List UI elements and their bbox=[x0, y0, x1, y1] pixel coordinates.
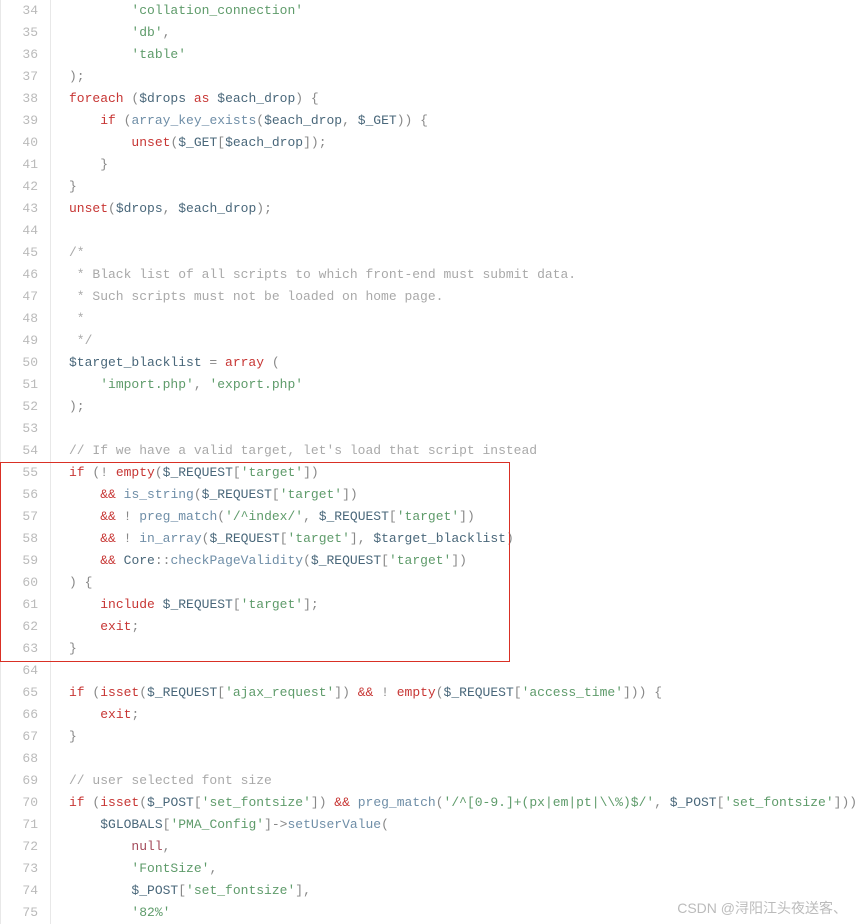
line-number: 35 bbox=[1, 22, 38, 44]
line-number: 54 bbox=[1, 440, 38, 462]
code-line: null, bbox=[69, 836, 855, 858]
line-number: 64 bbox=[1, 660, 38, 682]
line-number: 56 bbox=[1, 484, 38, 506]
line-number: 47 bbox=[1, 286, 38, 308]
line-number: 43 bbox=[1, 198, 38, 220]
line-number: 39 bbox=[1, 110, 38, 132]
line-number: 57 bbox=[1, 506, 38, 528]
code-line bbox=[69, 418, 855, 440]
line-number: 75 bbox=[1, 902, 38, 924]
line-number: 68 bbox=[1, 748, 38, 770]
code-line: * bbox=[69, 308, 855, 330]
code-line: ) { bbox=[69, 572, 855, 594]
line-number: 67 bbox=[1, 726, 38, 748]
code-line: unset($drops, $each_drop); bbox=[69, 198, 855, 220]
code-line: '82%' bbox=[69, 902, 855, 924]
code-line: foreach ($drops as $each_drop) { bbox=[69, 88, 855, 110]
line-number: 69 bbox=[1, 770, 38, 792]
code-line: exit; bbox=[69, 616, 855, 638]
code-line: && is_string($_REQUEST['target']) bbox=[69, 484, 855, 506]
line-number: 60 bbox=[1, 572, 38, 594]
code-line: 'collation_connection' bbox=[69, 0, 855, 22]
line-number: 74 bbox=[1, 880, 38, 902]
line-number: 42 bbox=[1, 176, 38, 198]
line-number: 73 bbox=[1, 858, 38, 880]
code-line: if (isset($_POST['set_fontsize']) && pre… bbox=[69, 792, 855, 814]
code-line bbox=[69, 748, 855, 770]
code-line bbox=[69, 220, 855, 242]
line-number: 59 bbox=[1, 550, 38, 572]
code-line: */ bbox=[69, 330, 855, 352]
code-line: 'import.php', 'export.php' bbox=[69, 374, 855, 396]
code-line: unset($_GET[$each_drop]); bbox=[69, 132, 855, 154]
code-area: 'collation_connection' 'db', 'table');fo… bbox=[51, 0, 855, 924]
line-number: 61 bbox=[1, 594, 38, 616]
code-line: // If we have a valid target, let's load… bbox=[69, 440, 855, 462]
code-line: $_POST['set_fontsize'], bbox=[69, 880, 855, 902]
code-line: if (array_key_exists($each_drop, $_GET))… bbox=[69, 110, 855, 132]
code-line: if (isset($_REQUEST['ajax_request']) && … bbox=[69, 682, 855, 704]
line-number: 51 bbox=[1, 374, 38, 396]
line-number: 45 bbox=[1, 242, 38, 264]
line-number: 34 bbox=[1, 0, 38, 22]
code-line: } bbox=[69, 176, 855, 198]
line-number: 40 bbox=[1, 132, 38, 154]
code-line: ); bbox=[69, 396, 855, 418]
code-line: 'FontSize', bbox=[69, 858, 855, 880]
code-line: include $_REQUEST['target']; bbox=[69, 594, 855, 616]
line-number: 55 bbox=[1, 462, 38, 484]
code-line bbox=[69, 660, 855, 682]
code-line: * Black list of all scripts to which fro… bbox=[69, 264, 855, 286]
line-number: 48 bbox=[1, 308, 38, 330]
line-number: 65 bbox=[1, 682, 38, 704]
code-line: * Such scripts must not be loaded on hom… bbox=[69, 286, 855, 308]
code-line: ); bbox=[69, 66, 855, 88]
line-number: 63 bbox=[1, 638, 38, 660]
line-number: 70 bbox=[1, 792, 38, 814]
line-number: 46 bbox=[1, 264, 38, 286]
code-line: if (! empty($_REQUEST['target']) bbox=[69, 462, 855, 484]
code-line: $GLOBALS['PMA_Config']->setUserValue( bbox=[69, 814, 855, 836]
code-line: $target_blacklist = array ( bbox=[69, 352, 855, 374]
line-number: 52 bbox=[1, 396, 38, 418]
line-number: 53 bbox=[1, 418, 38, 440]
code-line: && ! in_array($_REQUEST['target'], $targ… bbox=[69, 528, 855, 550]
line-number: 36 bbox=[1, 44, 38, 66]
line-number: 71 bbox=[1, 814, 38, 836]
code-line: /* bbox=[69, 242, 855, 264]
line-number: 72 bbox=[1, 836, 38, 858]
code-line: && Core::checkPageValidity($_REQUEST['ta… bbox=[69, 550, 855, 572]
line-number: 41 bbox=[1, 154, 38, 176]
code-line: } bbox=[69, 726, 855, 748]
line-number: 38 bbox=[1, 88, 38, 110]
code-line: 'table' bbox=[69, 44, 855, 66]
code-line: exit; bbox=[69, 704, 855, 726]
code-viewer: 3435363738394041424344454647484950515253… bbox=[0, 0, 855, 924]
line-number: 37 bbox=[1, 66, 38, 88]
line-number: 44 bbox=[1, 220, 38, 242]
code-line: 'db', bbox=[69, 22, 855, 44]
line-number: 66 bbox=[1, 704, 38, 726]
line-number-gutter: 3435363738394041424344454647484950515253… bbox=[1, 0, 51, 924]
code-line: && ! preg_match('/^index/', $_REQUEST['t… bbox=[69, 506, 855, 528]
code-line: } bbox=[69, 154, 855, 176]
line-number: 62 bbox=[1, 616, 38, 638]
line-number: 49 bbox=[1, 330, 38, 352]
line-number: 58 bbox=[1, 528, 38, 550]
code-line: // user selected font size bbox=[69, 770, 855, 792]
code-line: } bbox=[69, 638, 855, 660]
line-number: 50 bbox=[1, 352, 38, 374]
